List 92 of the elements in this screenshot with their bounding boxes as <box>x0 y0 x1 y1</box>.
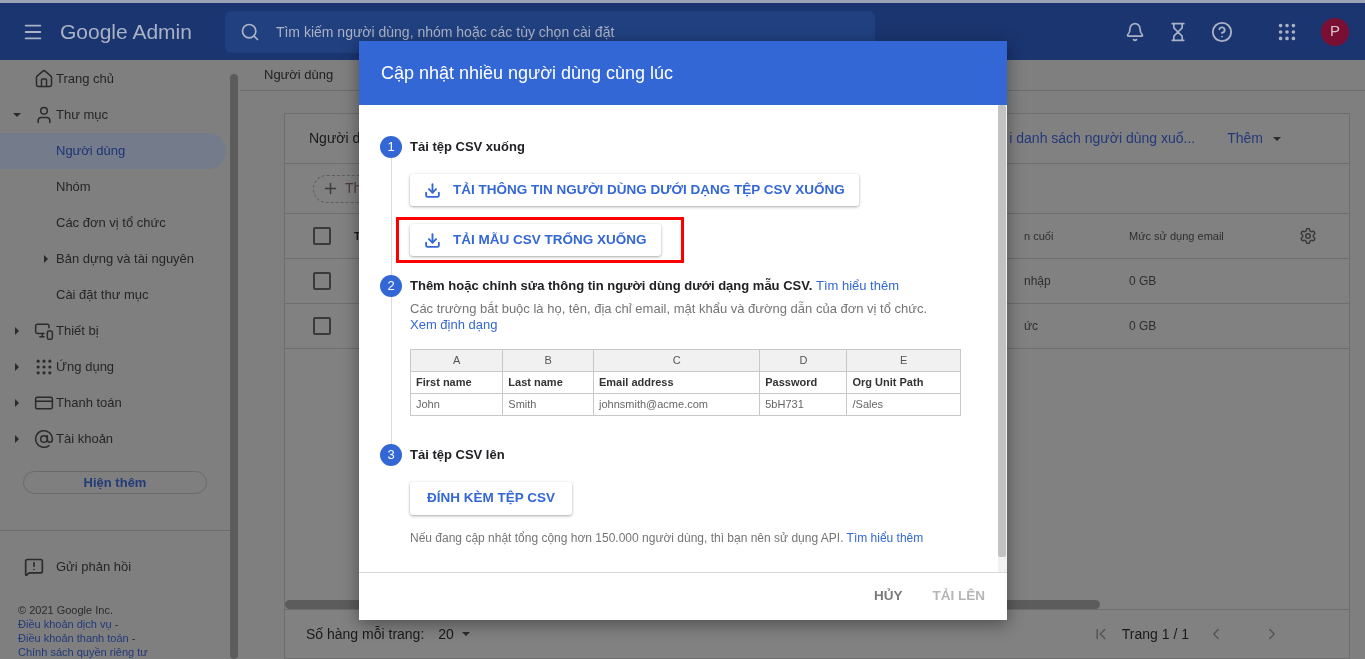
sidebar-item[interactable]: Cài đặt thư mục <box>0 277 226 313</box>
cancel-button[interactable]: HỦY <box>874 586 903 607</box>
step-number: 2 <box>380 275 402 297</box>
dialog-title: Cập nhật nhiều người dùng cùng lúc <box>381 61 674 85</box>
caret-right-icon[interactable] <box>13 327 21 335</box>
home-icon <box>34 69 54 89</box>
sidebar-item[interactable]: Các đơn vị tổ chức <box>0 205 226 241</box>
sidebar-item[interactable]: Thiết bị <box>0 313 226 349</box>
learn-more-link[interactable]: Tìm hiểu thêm <box>815 278 900 293</box>
sidebar-item[interactable]: Ứng dụng <box>0 349 226 385</box>
caret-right-icon[interactable] <box>42 255 50 263</box>
caret-down-icon[interactable] <box>461 630 470 638</box>
footer-link[interactable]: Chính sách quyền riêng tư <box>18 646 148 658</box>
devices-icon <box>34 321 54 341</box>
sidebar-item[interactable]: Thư mục <box>0 97 226 133</box>
table-header-cell: Password <box>759 371 847 394</box>
table-cell-text: ức <box>1024 318 1040 335</box>
footer-link[interactable]: Điều khoản thanh toán <box>18 632 129 644</box>
table-header-cell: Org Unit Path <box>847 371 961 394</box>
caret-down-icon[interactable] <box>13 111 21 119</box>
at-sign-icon <box>34 429 54 449</box>
feedback-icon[interactable] <box>24 557 44 577</box>
step-number: 3 <box>380 444 402 466</box>
column-header: Mức sử dụng email <box>1129 228 1225 244</box>
format-link[interactable]: Xem định dạng <box>410 317 498 332</box>
download-icon <box>424 181 441 199</box>
table-header-cell: First name <box>410 371 503 394</box>
sidebar-item[interactable]: Tài khoản <box>0 421 226 457</box>
api-note: Nếu đang cập nhật tổng cộng hơn 150.000 người dùng, thì bạn nên sử dụng API. Tìm hiểu thêm <box>410 530 925 547</box>
card-icon <box>34 393 54 413</box>
download-button[interactable]: TẢI MẪU CSV TRỐNG XUỐNG <box>410 224 661 256</box>
footer-link[interactable]: Điều khoản dịch vụ <box>18 618 112 630</box>
table-cell: 5bH731 <box>759 393 847 416</box>
step-title: Thêm hoặc chỉnh sửa thông tin người dùng dưới dạng mẫu CSV. Tìm hiểu thêm <box>410 277 901 295</box>
settings-icon[interactable] <box>1299 227 1317 245</box>
table-cell: Smith <box>502 393 594 416</box>
plus-icon <box>322 180 339 197</box>
table-header-cell: Last name <box>502 371 594 394</box>
step-title: Tải tệp CSV xuống <box>410 139 525 154</box>
table-cell-text: nhập <box>1024 273 1052 290</box>
card-title: Người d <box>309 129 361 148</box>
scrollbar[interactable] <box>998 105 1006 557</box>
column-header: n cuối <box>1024 228 1055 244</box>
table-cell-text: 0 GB <box>1129 318 1158 335</box>
scrollbar[interactable] <box>230 74 238 659</box>
table-cell: johnsmith@acme.com <box>593 393 760 416</box>
learn-more-link[interactable]: Tìm hiểu thêm <box>846 531 924 545</box>
checkbox[interactable] <box>313 227 331 245</box>
sidebar-item[interactable]: Nhóm <box>0 169 226 205</box>
step-number: 1 <box>380 136 402 158</box>
rows-per-page-label: Số hàng mỗi trang: <box>306 624 425 644</box>
help-icon[interactable] <box>1211 20 1233 43</box>
table-cell-text: 0 GB <box>1129 273 1158 290</box>
table-cell: /Sales <box>847 393 961 416</box>
checkbox[interactable] <box>313 272 331 290</box>
app-logo[interactable]: Google Admin <box>60 15 192 48</box>
column-letter: B <box>502 349 594 372</box>
sidebar-item[interactable]: Thanh toán <box>0 385 226 421</box>
separator: - <box>113 618 119 630</box>
rows-per-page-select[interactable]: 20 <box>438 623 470 645</box>
download-users-link[interactable]: i danh sách người dùng xuố... <box>1009 128 1196 149</box>
grid-icon <box>34 357 54 377</box>
column-letter: C <box>593 349 760 372</box>
sidebar-item[interactable]: Trang chủ <box>0 61 226 97</box>
column-letter: D <box>759 349 847 372</box>
caret-right-icon[interactable] <box>13 435 21 443</box>
person-icon <box>34 105 54 125</box>
copyright: © 2021 Google Inc. <box>18 603 114 617</box>
notifications-icon[interactable] <box>1125 21 1145 42</box>
sidebar-item[interactable]: Người dùng <box>0 133 226 169</box>
download-button[interactable]: TẢI THÔNG TIN NGƯỜI DÙNG DƯỚI DẠNG TỆP CSV XUỐNG <box>410 174 859 206</box>
caret-right-icon[interactable] <box>13 363 21 371</box>
attach-csv-button[interactable]: ĐÍNH KÈM TỆP CSV <box>410 482 573 515</box>
caret-right-icon[interactable] <box>13 399 21 407</box>
caret-down-icon[interactable] <box>1273 134 1281 143</box>
table-cell: John <box>410 393 503 416</box>
download-icon <box>424 231 441 249</box>
breadcrumb[interactable]: Người dùng <box>264 65 334 85</box>
table-header-cell: Email address <box>593 371 760 394</box>
step-title: Tải tệp CSV lên <box>410 447 505 462</box>
checkbox[interactable] <box>313 317 331 335</box>
avatar[interactable]: P <box>1321 17 1349 46</box>
search-icon <box>239 21 260 42</box>
description: Các trường bắt buộc là họ, tên, địa chỉ email, mật khẩu và đường dẫn của đơn vị tổ chức. Xem định dạng <box>410 301 929 333</box>
feedback-link[interactable]: Gửi phản hồi <box>56 557 132 577</box>
separator: - <box>130 632 136 644</box>
column-letter: E <box>847 349 961 372</box>
hourglass-icon[interactable] <box>1168 21 1188 42</box>
more-menu[interactable]: Thêm <box>1227 128 1281 149</box>
column-letter: A <box>410 349 503 372</box>
page-indicator: Trang 1 / 1 <box>1121 624 1189 644</box>
sidebar-item[interactable]: Bản dựng và tài nguyên <box>0 241 226 277</box>
